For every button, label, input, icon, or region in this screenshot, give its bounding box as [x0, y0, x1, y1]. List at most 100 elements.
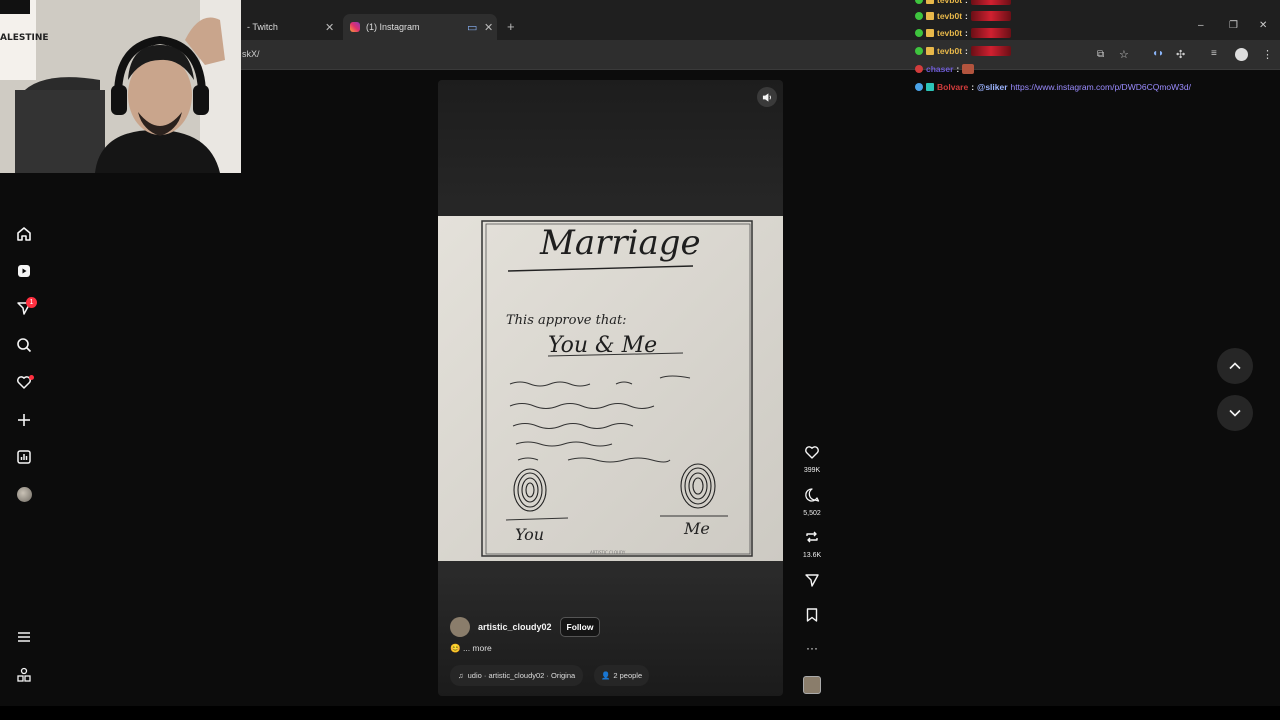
- webcam-flag-text: ALESTINE: [0, 33, 49, 43]
- menu-icon[interactable]: [14, 627, 34, 647]
- chevron-down-icon: [1229, 409, 1241, 417]
- more-options-button[interactable]: ···: [800, 641, 824, 655]
- bookmark-icon: [806, 608, 818, 622]
- chat-sub-icon: [926, 83, 934, 91]
- cast-icon[interactable]: ⧉: [1097, 49, 1104, 60]
- home-icon[interactable]: [14, 224, 34, 244]
- heart-icon: [805, 446, 819, 459]
- mute-button[interactable]: [757, 87, 777, 107]
- instagram-favicon-icon: [350, 22, 360, 32]
- drawing-sig-left: You: [515, 525, 544, 544]
- chat-username[interactable]: tevb0t: [937, 28, 962, 38]
- chat-username[interactable]: chaser: [926, 64, 953, 74]
- browser-menu-icon[interactable]: ⋮: [1262, 48, 1273, 61]
- chat-badge-icon: [915, 12, 923, 20]
- chat-sub-icon: [926, 47, 934, 55]
- chevron-up-icon: [1229, 362, 1241, 370]
- profile-icon[interactable]: [1235, 48, 1248, 61]
- chat-sub-icon: [926, 12, 934, 20]
- reels-icon[interactable]: [14, 261, 34, 281]
- create-icon[interactable]: [14, 410, 34, 430]
- chat-separator: :: [971, 82, 975, 92]
- chat-sub-icon: [926, 29, 934, 37]
- chat-emote-icon: [970, 11, 1011, 21]
- chat-separator: :: [965, 0, 968, 5]
- bookmark-star-icon[interactable]: ☆: [1119, 48, 1129, 61]
- chat-emote-icon: [962, 64, 975, 74]
- repost-icon: [806, 531, 818, 543]
- reel-drawing-photo: Marriage This approve that: You & Me You…: [438, 216, 783, 561]
- chat-emote-icon: [970, 0, 1011, 5]
- close-window-button[interactable]: ✕: [1259, 20, 1267, 31]
- chat-emote-icon: [970, 28, 1011, 38]
- like-button[interactable]: 399K: [800, 444, 824, 474]
- media-controls-icon[interactable]: ≡: [1211, 48, 1217, 59]
- chat-line: chaser :: [915, 62, 975, 76]
- tab-instagram-label: (1) Instagram: [366, 22, 420, 32]
- follow-button[interactable]: Follow: [559, 617, 601, 637]
- drawing-watermark: ARTISTIC CLOUDY: [590, 550, 626, 555]
- tab-twitch-close-icon[interactable]: ✕: [325, 21, 334, 34]
- chat-separator: :: [965, 11, 968, 21]
- caption-emoji: 😊: [450, 643, 461, 653]
- drawing-line1: This approve that:: [506, 313, 627, 328]
- speaker-icon: [762, 92, 771, 102]
- previous-reel-button[interactable]: [1217, 348, 1253, 384]
- tagged-people-text: 2 people: [613, 671, 643, 680]
- bottom-strip: [0, 706, 1280, 720]
- reel-video[interactable]: Marriage This approve that: You & Me You…: [438, 80, 783, 696]
- reel-caption[interactable]: 😊 ... more: [450, 643, 492, 654]
- chat-badge-icon: [915, 65, 923, 73]
- drawing-line2: You & Me: [548, 333, 657, 358]
- chat-line: tevb0t :: [915, 0, 1011, 7]
- tab-twitch-label: - Twitch: [247, 22, 278, 32]
- repost-button[interactable]: 13.6K: [800, 529, 824, 559]
- chat-username[interactable]: tevb0t: [937, 0, 962, 5]
- url-text[interactable]: skX/: [242, 49, 260, 59]
- restore-button[interactable]: ❐: [1229, 20, 1238, 31]
- next-reel-button[interactable]: [1217, 395, 1253, 431]
- chat-username[interactable]: tevb0t: [937, 46, 962, 56]
- minimize-button[interactable]: –: [1198, 20, 1204, 31]
- chat-username[interactable]: Bolvare: [937, 82, 968, 92]
- profile-avatar[interactable]: [14, 484, 34, 504]
- author-username[interactable]: artistic_cloudy02: [478, 622, 552, 632]
- new-tab-button[interactable]: +: [507, 19, 515, 34]
- save-button[interactable]: [800, 607, 824, 628]
- person-icon: 👤: [601, 671, 611, 680]
- chat-separator: :: [956, 64, 960, 74]
- chat-badge-icon: [915, 83, 923, 91]
- extensions-puzzle-icon[interactable]: ✣: [1176, 48, 1185, 61]
- drawing-title: Marriage: [539, 223, 701, 263]
- messages-badge: 1: [26, 297, 37, 308]
- tab-instagram-close-icon[interactable]: ✕: [484, 21, 493, 34]
- chat-line: tevb0t :: [915, 9, 1011, 23]
- chat-badge-icon: [915, 0, 923, 4]
- chat-link[interactable]: https://www.instagram.com/p/DWD6CQmoW3d/: [1011, 82, 1191, 92]
- chat-username[interactable]: tevb0t: [937, 11, 962, 21]
- like-count: 399K: [803, 467, 821, 474]
- search-icon[interactable]: [14, 335, 34, 355]
- chat-badge-icon: [915, 47, 923, 55]
- author-avatar[interactable]: [450, 617, 470, 637]
- audio-thumbnail[interactable]: [800, 676, 824, 694]
- drawing-sig-right: Me: [683, 519, 710, 538]
- notifications-dot: [29, 375, 34, 380]
- comment-button[interactable]: 5,502: [800, 487, 824, 517]
- more-apps-icon[interactable]: [14, 665, 34, 685]
- chat-sub-icon: [926, 0, 934, 4]
- audio-pill[interactable]: ♫ udio · artistic_cloudy02 · Origina: [450, 665, 584, 686]
- dashboard-icon[interactable]: [14, 447, 34, 467]
- chat-separator: :: [965, 46, 968, 56]
- chat-emote-icon: [970, 46, 1011, 56]
- chat-mention[interactable]: @sliker: [977, 82, 1008, 92]
- chat-badge-icon: [915, 29, 923, 37]
- tagged-people-pill[interactable]: 👤 2 people: [594, 665, 650, 686]
- share-button[interactable]: [800, 572, 824, 593]
- more-dots-icon: ···: [806, 641, 818, 655]
- chat-line: Bolvare : @sliker https://www.instagram.…: [915, 80, 1191, 94]
- chat-line: tevb0t :: [915, 44, 1011, 58]
- tab-media-icon[interactable]: ▭: [467, 21, 477, 34]
- extension-icon[interactable]: ◖◗: [1152, 48, 1164, 59]
- caption-more-link[interactable]: ... more: [463, 643, 492, 653]
